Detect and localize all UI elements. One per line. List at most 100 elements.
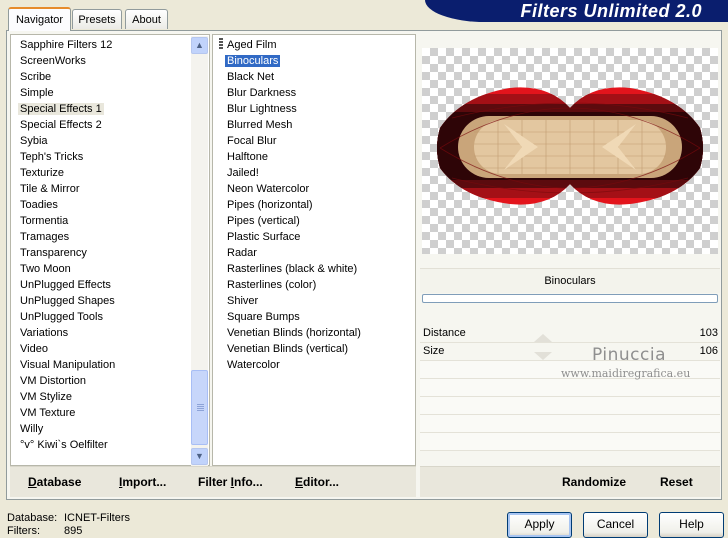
filter-item[interactable]: Focal Blur <box>213 133 415 149</box>
scroll-thumb[interactable] <box>191 370 208 445</box>
category-item[interactable]: UnPlugged Tools <box>11 309 209 325</box>
category-item[interactable]: Toadies <box>11 197 209 213</box>
category-label: VM Stylize <box>20 391 72 403</box>
scroll-up-button[interactable]: ▲ <box>191 37 208 54</box>
filter-label: Focal Blur <box>227 135 277 147</box>
filter-item[interactable]: Halftone <box>213 149 415 165</box>
watermark-signature: Pinuccia <box>592 345 666 365</box>
category-item[interactable]: UnPlugged Effects <box>11 277 209 293</box>
scroll-down-button[interactable]: ▼ <box>191 448 208 465</box>
filter-item[interactable]: Neon Watercolor <box>213 181 415 197</box>
reset-button[interactable]: Reset <box>660 467 693 497</box>
tab-navigator[interactable]: Navigator <box>8 7 71 31</box>
filter-label: Jailed! <box>227 167 259 179</box>
category-label: Two Moon <box>20 263 71 275</box>
filter-list[interactable]: Aged Film Binoculars Black Net Blur Darknes… <box>212 34 416 466</box>
category-item[interactable]: Tormentia <box>11 213 209 229</box>
database-info: Database: ICNET-Filters <box>7 512 130 524</box>
empty-param-row <box>420 433 720 451</box>
category-item[interactable]: ScreenWorks <box>11 53 209 69</box>
selected-filter-label: Binoculars <box>420 268 720 293</box>
cancel-button[interactable]: Cancel <box>583 512 648 538</box>
category-label: UnPlugged Tools <box>20 311 103 323</box>
filter-item[interactable]: Rasterlines (black & white) <box>213 261 415 277</box>
filter-label: Aged Film <box>227 39 277 51</box>
category-label: VM Distortion <box>20 375 87 387</box>
filter-item[interactable]: Radar <box>213 245 415 261</box>
category-item[interactable]: Scribe <box>11 69 209 85</box>
param-name: Distance <box>423 327 466 339</box>
category-item[interactable]: Transparency <box>11 245 209 261</box>
param-value: 106 <box>699 345 718 357</box>
filter-item[interactable]: Jailed! <box>213 165 415 181</box>
filter-item[interactable]: Black Net <box>213 69 415 85</box>
category-item[interactable]: Teph's Tricks <box>11 149 209 165</box>
filter-item[interactable]: Venetian Blinds (horizontal) <box>213 325 415 341</box>
filter-label: Binoculars <box>225 55 281 67</box>
database-button[interactable]: Database <box>28 467 81 497</box>
tab-presets[interactable]: Presets <box>72 9 122 29</box>
filter-label: Blur Darkness <box>227 87 297 99</box>
filter-item[interactable]: Pipes (vertical) <box>213 213 415 229</box>
category-item[interactable]: Texturize <box>11 165 209 181</box>
category-item[interactable]: UnPlugged Shapes <box>11 293 209 309</box>
filter-label: Square Bumps <box>227 311 300 323</box>
filter-item[interactable]: Shiver <box>213 293 415 309</box>
category-item[interactable]: Sapphire Filters 12 <box>11 37 209 53</box>
category-label: UnPlugged Shapes <box>20 295 115 307</box>
category-item[interactable]: Sybia <box>11 133 209 149</box>
filter-label: Halftone <box>227 151 268 163</box>
filter-label: Radar <box>227 247 257 259</box>
category-item[interactable]: Video <box>11 341 209 357</box>
filter-label: Pipes (horizontal) <box>227 199 313 211</box>
filter-info-button[interactable]: Filter Info... <box>198 467 263 497</box>
category-label: Toadies <box>20 199 58 211</box>
category-item[interactable]: °v° Kiwi`s Oelfilter <box>11 437 209 453</box>
filter-item[interactable]: Square Bumps <box>213 309 415 325</box>
preview-canvas <box>422 48 718 254</box>
filter-item[interactable]: Aged Film <box>213 37 415 53</box>
category-label: VM Texture <box>20 407 76 419</box>
filter-item[interactable]: Rasterlines (color) <box>213 277 415 293</box>
randomize-button[interactable]: Randomize <box>562 467 626 497</box>
category-item[interactable]: Tramages <box>11 229 209 245</box>
category-label: ScreenWorks <box>20 55 86 67</box>
category-item[interactable]: Variations <box>11 325 209 341</box>
category-item[interactable]: Visual Manipulation <box>11 357 209 373</box>
category-item[interactable]: Willy <box>11 421 209 437</box>
filter-item[interactable]: Plastic Surface <box>213 229 415 245</box>
filter-item[interactable]: Blurred Mesh <box>213 117 415 133</box>
filter-item[interactable]: Watercolor <box>213 357 415 373</box>
param-row-size[interactable]: Size 106 <box>420 342 720 361</box>
filter-item[interactable]: Pipes (horizontal) <box>213 197 415 213</box>
param-row-distance[interactable]: Distance 103 <box>420 324 720 343</box>
category-item[interactable]: Simple <box>11 85 209 101</box>
category-label: Simple <box>20 87 54 99</box>
category-label: Sapphire Filters 12 <box>20 39 113 51</box>
tab-about[interactable]: About <box>125 9 168 29</box>
filter-item[interactable]: Venetian Blinds (vertical) <box>213 341 415 357</box>
category-label: Tile & Mirror <box>20 183 80 195</box>
category-list[interactable]: Sapphire Filters 12 ScreenWorks Scribe Simp… <box>10 34 210 466</box>
category-label: Variations <box>20 327 69 339</box>
filter-item[interactable]: Blur Darkness <box>213 85 415 101</box>
category-item[interactable]: VM Distortion <box>11 373 209 389</box>
help-button[interactable]: Help <box>659 512 724 538</box>
category-scrollbar[interactable]: ▲ ▼ <box>191 36 208 466</box>
filter-item[interactable]: Blur Lightness <box>213 101 415 117</box>
category-item[interactable]: Special Effects 2 <box>11 117 209 133</box>
filter-label: Rasterlines (color) <box>227 279 317 291</box>
empty-param-row <box>420 379 720 397</box>
category-item[interactable]: Two Moon <box>11 261 209 277</box>
category-item[interactable]: VM Stylize <box>11 389 209 405</box>
apply-button[interactable]: Apply <box>507 512 572 538</box>
category-item[interactable]: Special Effects 1 <box>11 101 209 117</box>
import-button[interactable]: Import... <box>119 467 166 497</box>
left-button-bar: Database Import... Filter Info... Editor… <box>10 466 416 497</box>
category-item[interactable]: Tile & Mirror <box>11 181 209 197</box>
filter-item[interactable]: Binoculars <box>213 53 415 69</box>
parameter-panel: Binoculars Distance 103 Size 106 <box>420 268 720 464</box>
category-item[interactable]: VM Texture <box>11 405 209 421</box>
category-label: Visual Manipulation <box>20 359 116 371</box>
editor-button[interactable]: Editor... <box>295 467 339 497</box>
